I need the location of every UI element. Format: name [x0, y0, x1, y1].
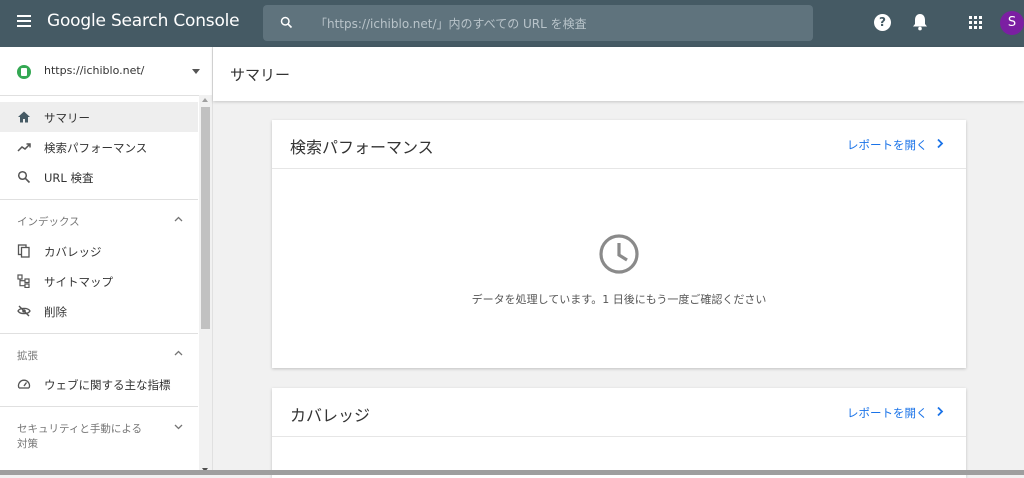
window-bottom-edge [0, 470, 1024, 475]
card-header: 検索パフォーマンス レポートを開く [272, 120, 966, 169]
open-report-link[interactable]: レポートを開く [847, 405, 928, 421]
sidebar-item-core-web-vitals[interactable]: ウェブに関する主な指標 [0, 369, 198, 399]
section-label: インデックス [17, 216, 80, 228]
performance-card: 検索パフォーマンス レポートを開く データを処理しています。1 日後にもう一度ご… [272, 120, 966, 368]
coverage-card: カバレッジ レポートを開く [272, 388, 966, 478]
section-label: 拡張 [17, 350, 38, 362]
chevron-up-icon [174, 216, 183, 222]
sidebar-item-label: ウェブに関する主な指標 [44, 378, 171, 392]
sidebar: https://ichiblo.net/ サマリー 検索パフォーマンス URL … [0, 47, 213, 475]
dropdown-caret-icon [192, 69, 200, 74]
app-logo[interactable]: Google Search Console [47, 11, 240, 31]
sidebar-item-performance[interactable]: 検索パフォーマンス [0, 132, 198, 162]
sidebar-divider [0, 199, 198, 200]
card-title: 検索パフォーマンス [290, 138, 434, 157]
section-label: 対策 [17, 438, 38, 450]
help-icon[interactable]: ? [874, 14, 891, 31]
speed-icon [17, 379, 31, 389]
sidebar-item-url-inspection[interactable]: URL 検査 [0, 162, 198, 192]
scroll-up-arrow-icon[interactable] [202, 98, 208, 102]
sidebar-item-label: サイトマップ [44, 275, 113, 289]
section-label: セキュリティと手動による [17, 423, 143, 435]
chevron-right-icon[interactable] [936, 138, 944, 149]
card-title: カバレッジ [290, 406, 371, 425]
processing-message: データを処理しています。1 日後にもう一度ご確認ください [471, 293, 767, 306]
chevron-up-icon [174, 350, 183, 356]
home-icon [18, 111, 30, 123]
sidebar-item-coverage[interactable]: カバレッジ [0, 236, 198, 266]
section-enhancements[interactable]: 拡張 [0, 340, 198, 368]
clock-icon [599, 234, 639, 274]
open-report-link[interactable]: レポートを開く [847, 137, 928, 153]
page-header: サマリー [213, 47, 1024, 101]
url-inspection-input[interactable] [313, 13, 797, 35]
property-selector[interactable]: https://ichiblo.net/ [0, 47, 212, 96]
menu-icon[interactable] [17, 15, 35, 29]
page-title: サマリー [230, 66, 291, 84]
notifications-icon[interactable] [912, 13, 928, 31]
sidebar-item-removals[interactable]: 削除 [0, 296, 198, 326]
sidebar-item-sitemaps[interactable]: サイトマップ [0, 266, 198, 296]
search-icon [280, 16, 293, 29]
visibility-off-icon [17, 305, 31, 317]
sidebar-item-label: 検索パフォーマンス [44, 141, 148, 155]
card-header: カバレッジ レポートを開く [272, 388, 966, 437]
apps-grid-icon[interactable] [969, 16, 983, 30]
sidebar-scrollbar[interactable] [199, 95, 212, 475]
sidebar-divider [0, 333, 198, 334]
sidebar-item-label: サマリー [44, 111, 90, 125]
section-security[interactable]: セキュリティと手動による 対策 [0, 413, 198, 453]
account-avatar[interactable]: S [1000, 11, 1024, 35]
scrollbar-thumb[interactable] [201, 107, 210, 329]
section-index[interactable]: インデックス [0, 206, 198, 234]
top-app-bar: Google Search Console ? S [0, 0, 1024, 47]
sidebar-item-label: カバレッジ [44, 245, 102, 259]
sitemap-icon [17, 274, 30, 288]
sidebar-item-label: URL 検査 [44, 171, 94, 185]
property-icon [17, 65, 31, 79]
sidebar-item-summary[interactable]: サマリー [0, 102, 198, 132]
property-url: https://ichiblo.net/ [44, 64, 145, 77]
sidebar-item-label: 削除 [44, 305, 67, 319]
trending-up-icon [17, 143, 31, 152]
search-icon [17, 170, 31, 184]
copy-icon [17, 244, 30, 258]
sidebar-divider [0, 406, 198, 407]
search-bar[interactable] [263, 5, 813, 41]
chevron-down-icon [174, 424, 183, 430]
chevron-right-icon[interactable] [936, 406, 944, 417]
